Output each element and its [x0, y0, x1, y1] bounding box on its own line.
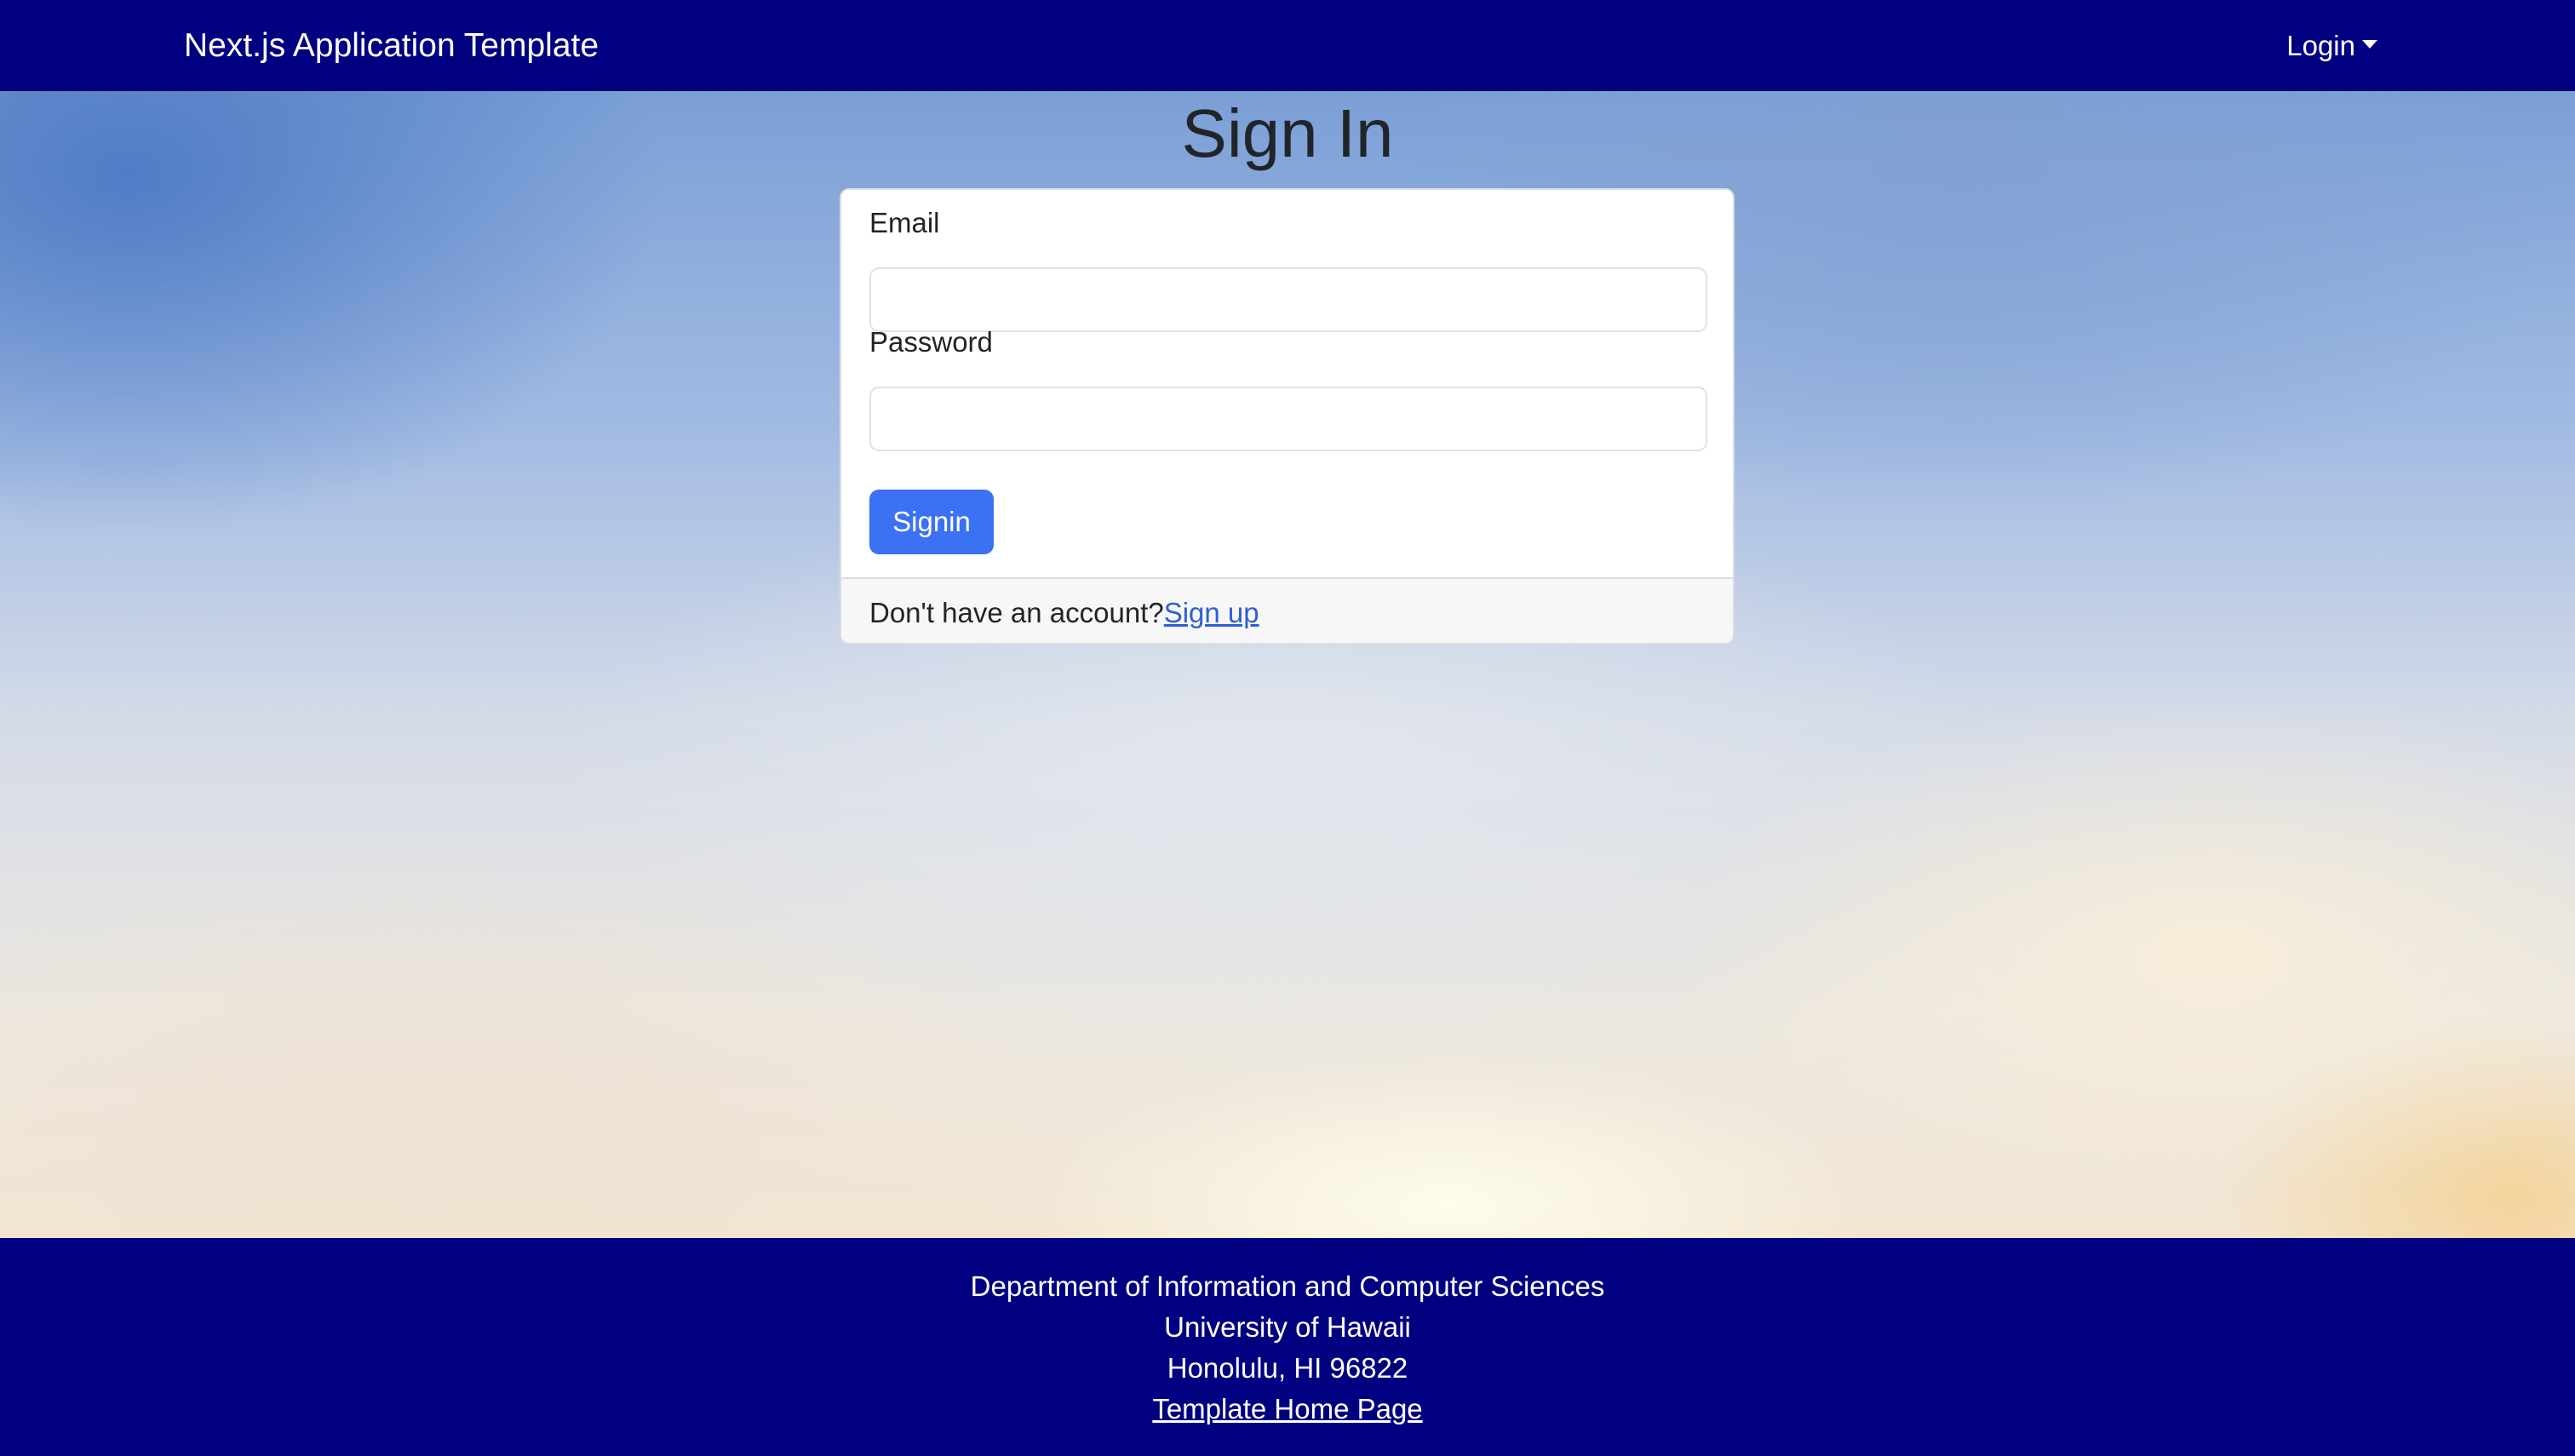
signin-form: Email Password Signin: [841, 190, 1733, 577]
page-footer: Department of Information and Computer S…: [0, 1238, 2575, 1456]
signup-link[interactable]: Sign up: [1164, 597, 1259, 628]
template-home-link[interactable]: Template Home Page: [1152, 1393, 1422, 1424]
signup-prompt-text: Don't have an account?: [869, 597, 1164, 628]
signup-prompt: Don't have an account?Sign up: [869, 579, 1259, 643]
email-label: Email: [869, 207, 940, 238]
footer-address: Honolulu, HI 96822: [1167, 1352, 1408, 1384]
footer-department: Department of Information and Computer S…: [970, 1270, 1605, 1302]
signin-card: Email Password Signin Don't have an acco…: [840, 188, 1735, 645]
email-input[interactable]: [869, 267, 1707, 332]
password-label: Password: [869, 326, 993, 358]
page-title: Sign In: [1181, 95, 1394, 171]
password-input[interactable]: [869, 387, 1707, 451]
footer-university: University of Hawaii: [1164, 1311, 1411, 1343]
footer-link-row: Template Home Page: [0, 1389, 2575, 1430]
main-content: Sign In Email Password Signin Don't have…: [0, 91, 2575, 1238]
login-dropdown-toggle[interactable]: Login: [2286, 0, 2377, 91]
caret-down-icon: [2362, 40, 2377, 49]
signin-button[interactable]: Signin: [869, 490, 994, 554]
navbar-brand[interactable]: Next.js Application Template: [184, 0, 599, 91]
login-label: Login: [2286, 30, 2355, 61]
signin-card-footer: Don't have an account?Sign up: [841, 577, 1733, 643]
navbar: Next.js Application Template Login: [0, 0, 2575, 91]
